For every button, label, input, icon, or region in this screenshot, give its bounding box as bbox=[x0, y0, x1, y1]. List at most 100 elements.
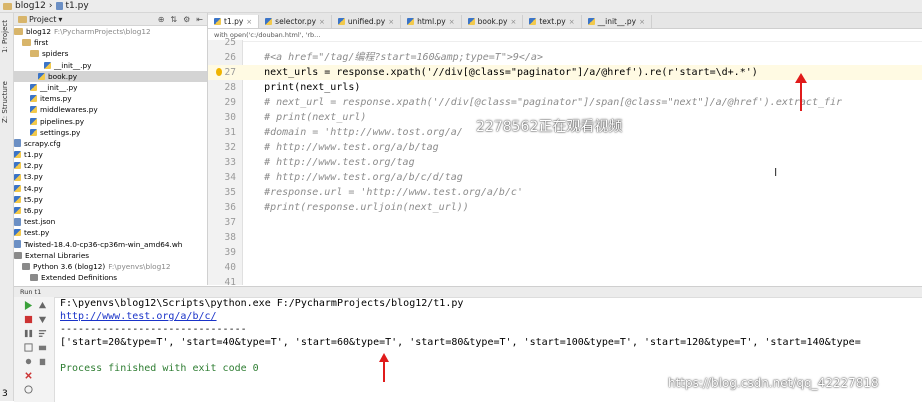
close-icon[interactable] bbox=[24, 371, 33, 380]
project-tree-item[interactable]: spiders bbox=[14, 48, 207, 59]
project-panel: Project ▾ ⊕ ⇅ ⚙ ⇤ blog12 F:\PycharmProjec… bbox=[14, 13, 208, 285]
hide-icon[interactable]: ⇤ bbox=[196, 15, 203, 24]
library-icon bbox=[22, 263, 30, 271]
help-icon[interactable] bbox=[24, 385, 33, 394]
tree-item-label: External Libraries bbox=[25, 250, 90, 260]
editor-tab[interactable]: t1.py × bbox=[208, 15, 260, 28]
pin-icon[interactable] bbox=[24, 357, 33, 366]
code-text: #domain = 'http://www.tost.org/a/ bbox=[240, 127, 463, 138]
editor-tab[interactable]: text.py × bbox=[523, 15, 582, 28]
python-file-icon bbox=[407, 18, 415, 25]
print-icon[interactable] bbox=[38, 343, 47, 352]
tree-item-label: Twisted-18.4.0-cp36-cp36m-win_amd64.wh bbox=[24, 239, 183, 249]
tab-label: text.py bbox=[539, 17, 566, 26]
gear-icon[interactable]: ⚙ bbox=[183, 15, 190, 24]
line-number: 29 bbox=[224, 97, 236, 108]
trash-icon[interactable] bbox=[38, 357, 47, 366]
close-tab-icon[interactable]: × bbox=[388, 18, 394, 26]
console-line-url[interactable]: http://www.test.org/a/b/c/ bbox=[60, 310, 861, 323]
python-file-icon bbox=[14, 162, 21, 170]
tree-item-label: spiders bbox=[42, 49, 69, 59]
folder-icon bbox=[18, 15, 27, 23]
run-toolbar bbox=[14, 297, 55, 402]
scroll-up-icon[interactable] bbox=[38, 301, 47, 310]
python-file-icon bbox=[14, 229, 21, 237]
breadcrumb-file[interactable]: t1.py bbox=[66, 1, 89, 11]
code-text: # print(next_url) bbox=[240, 112, 367, 123]
project-tree-item[interactable]: test.json bbox=[14, 216, 207, 227]
rerun-stop-icon[interactable] bbox=[24, 343, 33, 352]
stop-icon[interactable] bbox=[24, 315, 33, 324]
close-tab-icon[interactable]: × bbox=[449, 18, 455, 26]
line-number: 30 bbox=[224, 112, 236, 123]
project-tree-item[interactable]: settings.py bbox=[14, 127, 207, 138]
project-tree-item[interactable]: book.py bbox=[14, 70, 207, 82]
soft-wrap-icon[interactable] bbox=[38, 329, 47, 338]
folder-icon bbox=[14, 28, 23, 36]
project-tree-item[interactable]: scrapy.cfg bbox=[14, 138, 207, 149]
close-tab-icon[interactable]: × bbox=[639, 18, 645, 26]
code-line: 33 # http://www.test.org/tag bbox=[208, 155, 922, 170]
project-tree-item[interactable]: pipelines.py bbox=[14, 116, 207, 127]
console-output[interactable]: F:\pyenvs\blog12\Scripts\python.exe F:/P… bbox=[60, 297, 861, 375]
tree-item-label: t1.py bbox=[24, 150, 43, 160]
breadcrumb-project[interactable]: blog12 bbox=[15, 1, 46, 11]
code-text: # http://www.test.org/tag bbox=[240, 157, 415, 168]
close-tab-icon[interactable]: × bbox=[510, 18, 516, 26]
python-file-icon bbox=[337, 18, 345, 25]
project-tree-item[interactable]: Twisted-18.4.0-cp36-cp36m-win_amd64.wh bbox=[14, 239, 207, 250]
tree-item-label: __init__.py bbox=[40, 82, 78, 92]
sync-icon[interactable]: ⊕ bbox=[158, 15, 165, 24]
project-tree-item[interactable]: t6.py bbox=[14, 205, 207, 216]
project-tree-item[interactable]: t2.py bbox=[14, 160, 207, 171]
editor-tab[interactable]: book.py × bbox=[462, 15, 524, 28]
python-file-icon bbox=[14, 151, 21, 159]
tree-item-label: scrapy.cfg bbox=[24, 138, 61, 148]
project-tool-tab[interactable]: 1: Project bbox=[1, 17, 12, 57]
editor-tab[interactable]: unified.py × bbox=[332, 15, 402, 28]
project-tree-item[interactable]: t5.py bbox=[14, 194, 207, 205]
close-tab-icon[interactable]: × bbox=[319, 18, 325, 26]
project-tree-item[interactable]: __init__.py bbox=[14, 60, 207, 71]
project-tree-item[interactable]: first bbox=[14, 37, 207, 48]
editor-tab[interactable]: selector.py × bbox=[259, 15, 332, 28]
code-line: 27 next_urls = response.xpath('//div[@cl… bbox=[208, 65, 922, 80]
close-tab-icon[interactable]: × bbox=[569, 18, 575, 26]
breadcrumb[interactable]: blog12 › t1.py bbox=[0, 1, 89, 11]
project-tree-item[interactable]: t1.py bbox=[14, 149, 207, 160]
project-tree-item[interactable]: middlewares.py bbox=[14, 104, 207, 115]
rerun-icon[interactable] bbox=[24, 301, 33, 310]
project-tree-item[interactable]: External Libraries bbox=[14, 250, 207, 261]
tree-item-label: __init__.py bbox=[54, 60, 92, 70]
code-text: # next_url = response.xpath('//div[@clas… bbox=[240, 97, 843, 108]
folder-icon bbox=[3, 2, 12, 10]
project-tree-item[interactable]: t4.py bbox=[14, 183, 207, 194]
line-number: 38 bbox=[224, 232, 236, 243]
tree-item-label: test.json bbox=[24, 217, 56, 227]
project-view-selector[interactable]: Project ▾ bbox=[18, 15, 62, 24]
folder-icon bbox=[22, 39, 31, 47]
tree-item-label: pipelines.py bbox=[40, 116, 85, 126]
structure-tool-tab[interactable]: Z: Structure bbox=[1, 77, 12, 127]
project-tree-item[interactable]: Extended Definitions bbox=[14, 272, 207, 283]
editor-tab[interactable]: html.py × bbox=[401, 15, 462, 28]
code-line: 25 bbox=[208, 35, 922, 50]
scroll-down-icon[interactable] bbox=[38, 315, 47, 324]
lightbulb-icon[interactable] bbox=[216, 68, 222, 76]
editor-tab[interactable]: __init__.py × bbox=[582, 15, 652, 28]
tab-label: selector.py bbox=[275, 17, 317, 26]
project-tree-item[interactable]: blog12 F:\PycharmProjects\blog12 bbox=[14, 26, 207, 37]
project-tree-item[interactable]: __init__.py bbox=[14, 82, 207, 93]
close-tab-icon[interactable]: × bbox=[246, 18, 252, 26]
project-tree-item[interactable]: test.py bbox=[14, 227, 207, 238]
chevron-down-icon: ▾ bbox=[58, 14, 63, 24]
pause-icon[interactable] bbox=[24, 329, 33, 338]
code-area[interactable]: 25 26 #<a href="/tag/编程?start=160&amp;typ… bbox=[208, 37, 922, 303]
tree-item-label: t5.py bbox=[24, 194, 43, 204]
chevron-right-icon: › bbox=[48, 1, 53, 11]
project-tree-item[interactable]: items.py bbox=[14, 93, 207, 104]
collapse-icon[interactable]: ⇅ bbox=[170, 15, 177, 24]
project-tree-item[interactable]: Python 3.6 (blog12) F:\pyenvs\blog12 bbox=[14, 261, 207, 272]
project-tree-item[interactable]: t3.py bbox=[14, 171, 207, 182]
tree-item-label: Extended Definitions bbox=[41, 273, 118, 283]
